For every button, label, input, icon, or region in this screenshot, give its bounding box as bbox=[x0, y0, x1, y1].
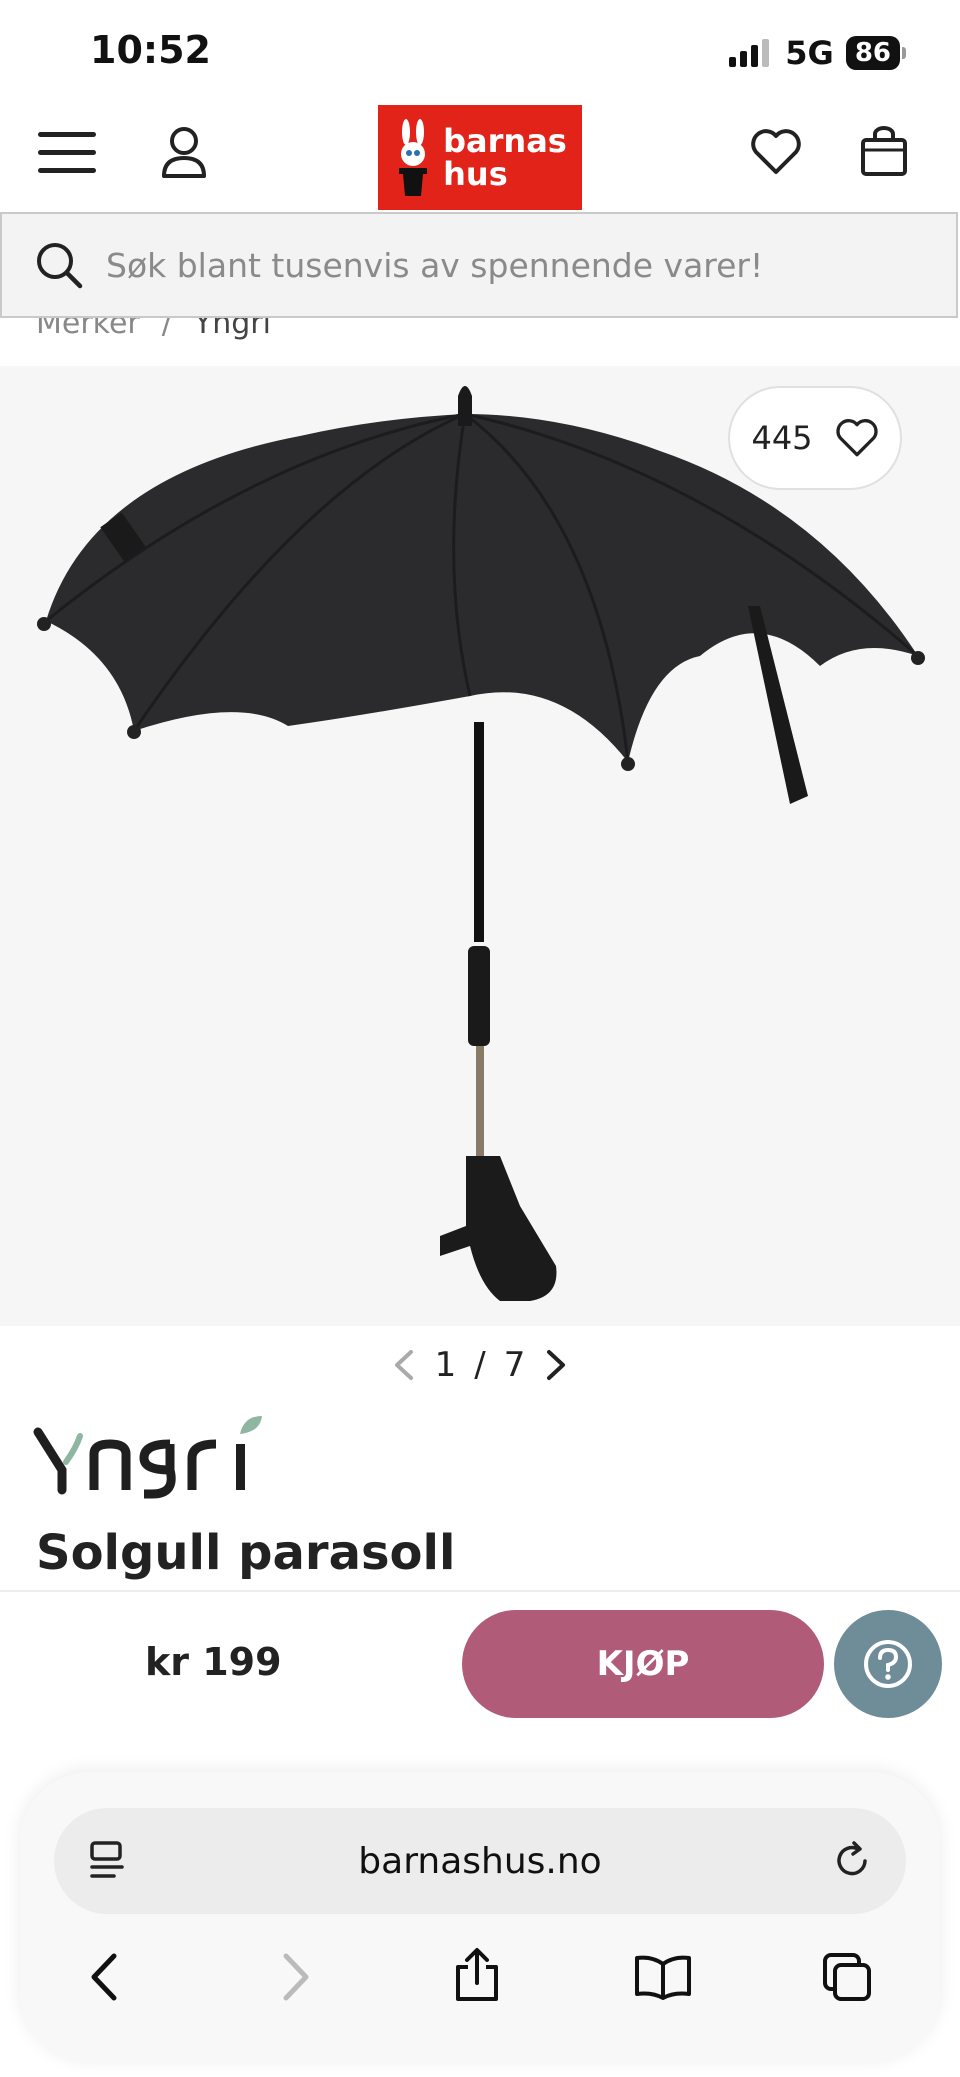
chevron-left-icon[interactable] bbox=[391, 1348, 417, 1382]
back-button[interactable] bbox=[60, 1932, 150, 2022]
search-input[interactable] bbox=[104, 244, 908, 286]
site-logo[interactable]: barnas hus bbox=[378, 105, 582, 210]
user-icon bbox=[162, 127, 206, 178]
pager-separator: / bbox=[474, 1345, 486, 1385]
yngri-wordmark bbox=[33, 1416, 262, 1499]
logo-text-line2: hus bbox=[443, 154, 508, 193]
menu-button[interactable] bbox=[38, 130, 98, 180]
image-index: 1 bbox=[434, 1345, 457, 1385]
network-label: 5G bbox=[785, 34, 834, 72]
hamburger-icon bbox=[38, 132, 96, 173]
page-menu-icon[interactable] bbox=[90, 1841, 126, 1881]
heart-icon bbox=[751, 129, 801, 174]
status-indicators: 5G 86 bbox=[729, 34, 907, 72]
tabs-button[interactable] bbox=[802, 1932, 892, 2022]
logo-text-line1: barnas bbox=[443, 121, 567, 160]
bookmarks-button[interactable] bbox=[618, 1932, 708, 2022]
chevron-right-icon bbox=[283, 1953, 309, 2001]
share-button[interactable] bbox=[432, 1930, 522, 2020]
book-icon bbox=[635, 1955, 691, 2000]
forward-button[interactable] bbox=[250, 1932, 340, 2022]
wishlist-button[interactable] bbox=[750, 128, 802, 180]
rabbit-logo-icon bbox=[399, 118, 428, 196]
battery-indicator: 86 bbox=[845, 36, 907, 70]
chevron-left-icon bbox=[91, 1953, 117, 2001]
status-time: 10:52 bbox=[90, 28, 211, 72]
wishlist-count-button[interactable]: 445 bbox=[728, 386, 902, 490]
question-icon bbox=[864, 1640, 912, 1688]
search-bar[interactable] bbox=[0, 212, 958, 318]
heart-icon bbox=[835, 419, 878, 457]
cart-button[interactable] bbox=[860, 126, 908, 182]
product-title: Solgull parasoll bbox=[36, 1525, 456, 1581]
tabs-icon bbox=[823, 1953, 871, 2001]
shopping-bag-icon bbox=[861, 126, 907, 176]
wishlist-count: 445 bbox=[751, 419, 813, 457]
chevron-right-icon[interactable] bbox=[543, 1348, 569, 1382]
url-text: barnashus.no bbox=[358, 1840, 602, 1882]
buy-button[interactable]: KJØP bbox=[462, 1610, 824, 1718]
image-pager: 1 / 7 bbox=[0, 1345, 960, 1385]
product-price: kr 199 bbox=[145, 1640, 282, 1684]
image-total: 7 bbox=[503, 1345, 526, 1385]
signal-icon bbox=[729, 39, 770, 67]
product-image[interactable] bbox=[0, 366, 960, 1326]
share-icon bbox=[456, 1948, 498, 2001]
reload-icon[interactable] bbox=[832, 1841, 872, 1881]
umbrella-product-image bbox=[37, 386, 925, 1301]
account-button[interactable] bbox=[160, 126, 208, 184]
brand-logo[interactable] bbox=[32, 1410, 282, 1514]
address-bar[interactable]: barnashus.no bbox=[54, 1808, 906, 1914]
search-icon bbox=[37, 243, 83, 289]
help-button[interactable] bbox=[834, 1610, 942, 1718]
